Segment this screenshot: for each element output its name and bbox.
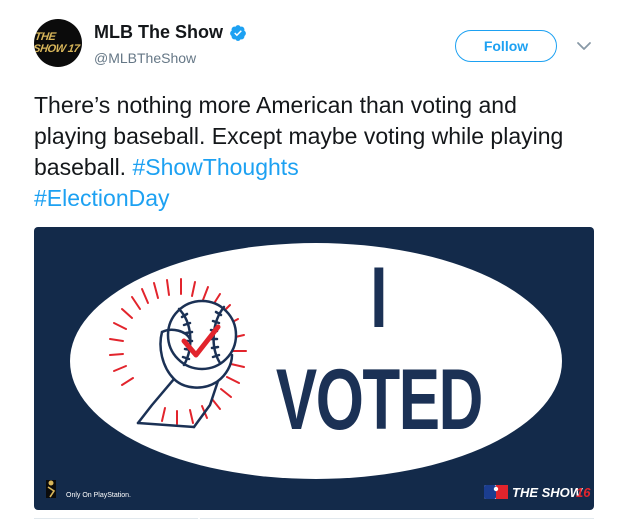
mlb-batter-logo (46, 480, 56, 498)
chevron-down-icon[interactable] (576, 40, 592, 52)
sticker-text-i: I (370, 249, 387, 345)
the-show-version-text: 16 (576, 485, 591, 500)
action-bar-divider (200, 518, 594, 519)
only-on-playstation-text: Only On PlayStation. (66, 492, 131, 499)
the-show-logo-text: THE SHOW (512, 485, 584, 500)
account-name-row[interactable]: MLB The Show (94, 22, 247, 43)
hashtag-link-showthoughts[interactable]: #ShowThoughts (132, 154, 298, 180)
avatar-logo-text: THE SHOW 17 (34, 31, 81, 55)
voted-sticker-graphic: I VOTED Only On PlayStation. THE SHOW 16 (34, 227, 594, 510)
tweet-media-image[interactable]: I VOTED Only On PlayStation. THE SHOW 16 (34, 227, 594, 510)
mlb-logo (484, 485, 508, 499)
action-bar-divider (34, 518, 198, 519)
tweet-text: There’s nothing more American than votin… (34, 90, 594, 214)
hashtag-link-electionday[interactable]: #ElectionDay (34, 185, 170, 211)
account-handle[interactable]: @MLBTheShow (94, 50, 196, 66)
sticker-text-voted: VOTED (276, 351, 482, 447)
display-name[interactable]: MLB The Show (94, 22, 223, 43)
verified-badge-icon (230, 24, 246, 41)
follow-button[interactable]: Follow (455, 30, 557, 62)
profile-avatar[interactable]: THE SHOW 17 (34, 19, 82, 67)
